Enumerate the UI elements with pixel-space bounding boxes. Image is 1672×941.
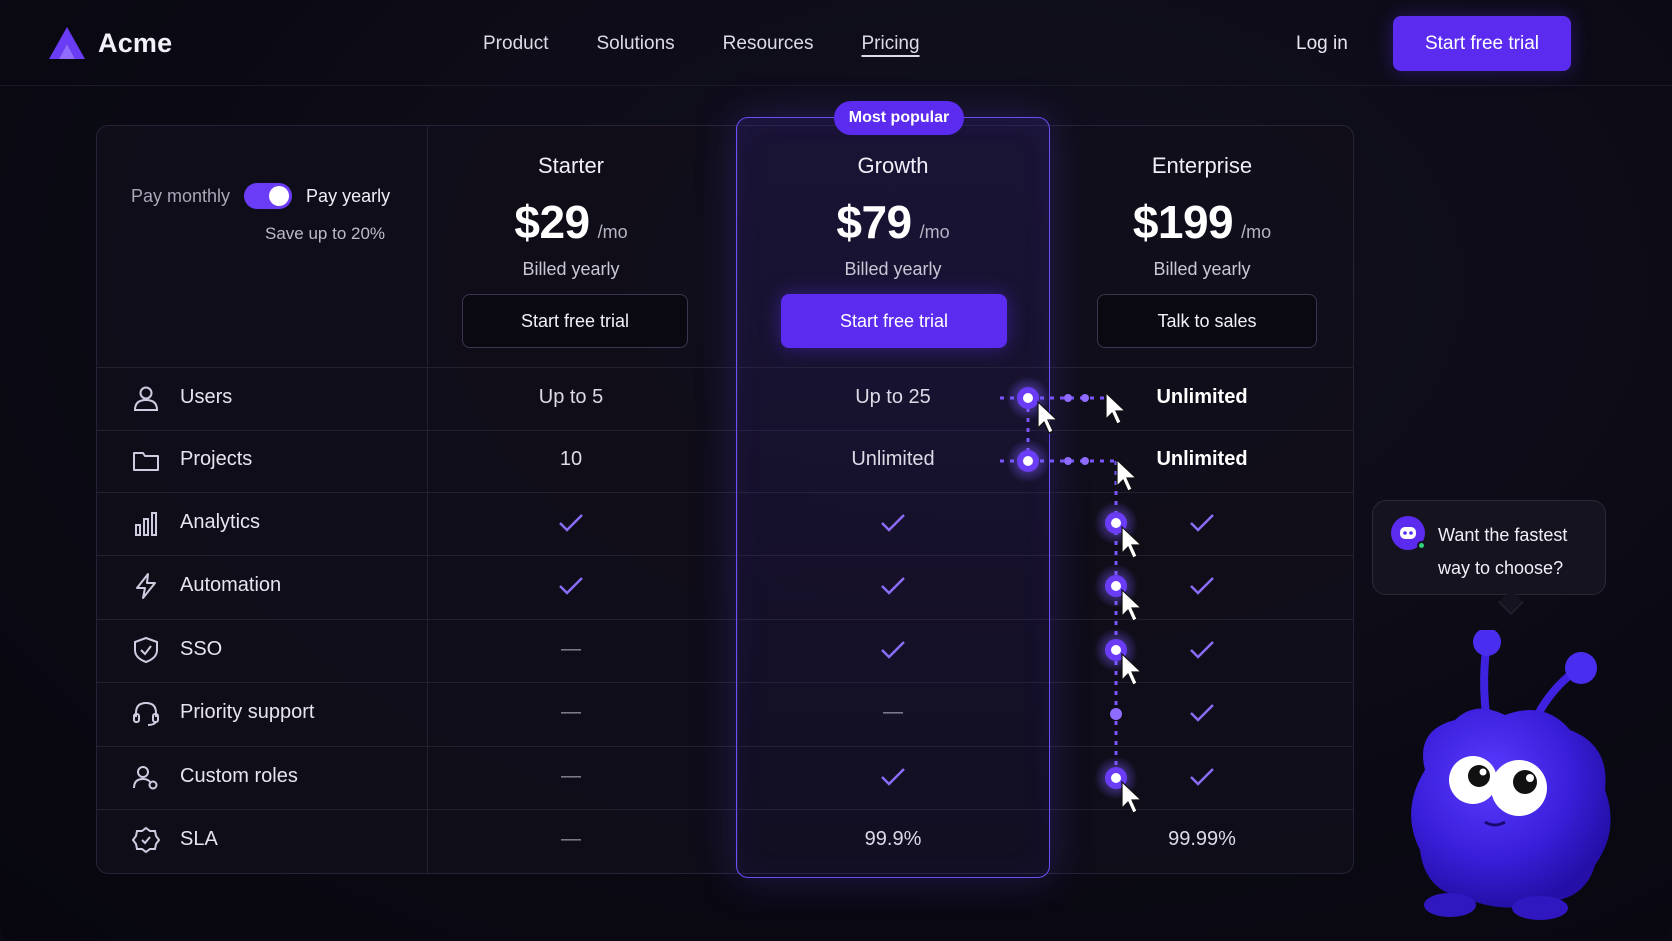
fuzzy-mascot-icon[interactable] bbox=[1395, 630, 1625, 920]
folder-icon bbox=[133, 451, 159, 471]
pay-yearly-label[interactable]: Pay yearly bbox=[306, 186, 390, 207]
dash-icon: — bbox=[883, 701, 903, 723]
most-popular-badge: Most popular bbox=[834, 101, 964, 135]
dash-icon: — bbox=[561, 638, 581, 660]
check-icon bbox=[1050, 618, 1354, 681]
feature-label: Automation bbox=[132, 554, 281, 617]
feature-name: Analytics bbox=[180, 511, 261, 533]
check-icon bbox=[426, 554, 716, 617]
nav-link-resources[interactable]: Resources bbox=[723, 33, 814, 55]
check-icon bbox=[426, 491, 716, 554]
plan-name: Starter bbox=[537, 153, 605, 178]
plan-period: /mo bbox=[597, 222, 628, 242]
check-icon bbox=[736, 745, 1050, 808]
nav-link-product[interactable]: Product bbox=[483, 33, 548, 55]
feature-label: Users bbox=[132, 366, 232, 429]
feature-row: SSO — bbox=[96, 618, 1354, 681]
app-window: Acme Product Solutions Resources Pricing… bbox=[0, 0, 1672, 941]
check-icon bbox=[1050, 554, 1354, 617]
shield-check-icon bbox=[134, 636, 158, 663]
feature-value: Unlimited bbox=[1156, 448, 1248, 470]
talk-to-sales-button[interactable]: Talk to sales bbox=[1097, 294, 1317, 348]
nav-start-trial-button[interactable]: Start free trial bbox=[1393, 16, 1571, 71]
acme-logo-icon bbox=[49, 27, 85, 59]
pay-monthly-label[interactable]: Pay monthly bbox=[131, 186, 230, 207]
feature-value: Up to 25 bbox=[855, 386, 931, 408]
plan-name: Enterprise bbox=[1151, 153, 1253, 178]
feature-value: 99.99% bbox=[1168, 828, 1236, 850]
feature-label: Analytics bbox=[132, 491, 260, 554]
save-note: Save up to 20% bbox=[265, 224, 386, 243]
plan-name: Growth bbox=[857, 153, 929, 178]
plan-period: /mo bbox=[1241, 222, 1272, 242]
plan-starter: Starter $29/mo Billed yearly bbox=[426, 153, 716, 280]
feature-value: Unlimited bbox=[1156, 386, 1248, 408]
check-icon bbox=[736, 554, 1050, 617]
chat-bubble[interactable]: Want the fastest way to choose? bbox=[1372, 500, 1606, 595]
billing-switch[interactable] bbox=[244, 183, 293, 209]
bar-chart-icon bbox=[135, 511, 157, 536]
feature-row: Custom roles — bbox=[96, 745, 1354, 808]
headset-icon bbox=[133, 701, 159, 726]
chat-message: Want the fastest way to choose? bbox=[1438, 525, 1568, 578]
feature-label: SLA bbox=[132, 808, 218, 871]
feature-value: Unlimited bbox=[851, 448, 935, 470]
plan-billing: Billed yearly bbox=[1153, 259, 1251, 279]
feature-name: Priority support bbox=[180, 701, 315, 723]
users-gear-icon bbox=[133, 765, 158, 789]
user-icon bbox=[133, 386, 159, 411]
dash-icon: — bbox=[561, 765, 581, 787]
dash-icon: — bbox=[561, 701, 581, 723]
plan-price: $199 bbox=[1132, 196, 1234, 248]
feature-name: Users bbox=[180, 386, 233, 408]
feature-value: 99.9% bbox=[864, 828, 922, 850]
feature-label: Priority support bbox=[132, 681, 315, 744]
login-link[interactable]: Log in bbox=[1296, 33, 1348, 55]
check-icon bbox=[736, 618, 1050, 681]
feature-row: Analytics bbox=[96, 491, 1354, 554]
feature-name: Automation bbox=[180, 574, 282, 596]
top-nav: Acme Product Solutions Resources Pricing… bbox=[0, 0, 1672, 86]
growth-trial-button[interactable]: Start free trial bbox=[781, 294, 1007, 348]
feature-row: SLA — 99.9% 99.99% bbox=[96, 808, 1354, 871]
feature-value: Up to 5 bbox=[538, 386, 604, 408]
nav-link-solutions[interactable]: Solutions bbox=[596, 33, 674, 55]
feature-row: Automation bbox=[96, 554, 1354, 617]
feature-name: SLA bbox=[180, 828, 218, 850]
plan-enterprise: Enterprise $199/mo Billed yearly bbox=[1050, 153, 1354, 280]
plan-billing: Billed yearly bbox=[522, 259, 620, 279]
feature-row: Projects 10 Unlimited Unlimited bbox=[96, 428, 1354, 491]
billing-toggle: Pay monthly Pay yearly bbox=[131, 183, 390, 209]
feature-row: Users Up to 5 Up to 25 Unlimited bbox=[96, 366, 1354, 429]
brand[interactable]: Acme bbox=[48, 26, 172, 60]
feature-row: Priority support — — bbox=[96, 681, 1354, 744]
switch-knob bbox=[269, 186, 290, 206]
dash-icon: — bbox=[561, 828, 581, 850]
feature-name: Custom roles bbox=[180, 765, 298, 787]
plan-price: $79 bbox=[836, 196, 912, 248]
plan-price: $29 bbox=[514, 196, 590, 248]
lightning-icon bbox=[136, 572, 156, 599]
plan-billing: Billed yearly bbox=[844, 259, 942, 279]
badge-check-icon bbox=[132, 826, 160, 853]
check-icon bbox=[1050, 681, 1354, 744]
plan-period: /mo bbox=[919, 222, 950, 242]
check-icon bbox=[1050, 491, 1354, 554]
feature-label: SSO bbox=[132, 618, 222, 681]
check-icon bbox=[1050, 745, 1354, 808]
check-icon bbox=[736, 491, 1050, 554]
feature-label: Projects bbox=[132, 428, 252, 491]
nav-link-pricing[interactable]: Pricing bbox=[861, 33, 919, 55]
brand-name: Acme bbox=[98, 27, 173, 58]
plan-growth: Growth $79/mo Billed yearly bbox=[736, 153, 1050, 280]
feature-name: SSO bbox=[180, 638, 223, 660]
nav-links: Product Solutions Resources Pricing bbox=[483, 33, 920, 55]
feature-label: Custom roles bbox=[132, 745, 298, 808]
feature-value: 10 bbox=[559, 448, 583, 470]
starter-trial-button[interactable]: Start free trial bbox=[462, 294, 688, 348]
feature-name: Projects bbox=[180, 448, 253, 470]
online-indicator bbox=[1417, 541, 1426, 550]
